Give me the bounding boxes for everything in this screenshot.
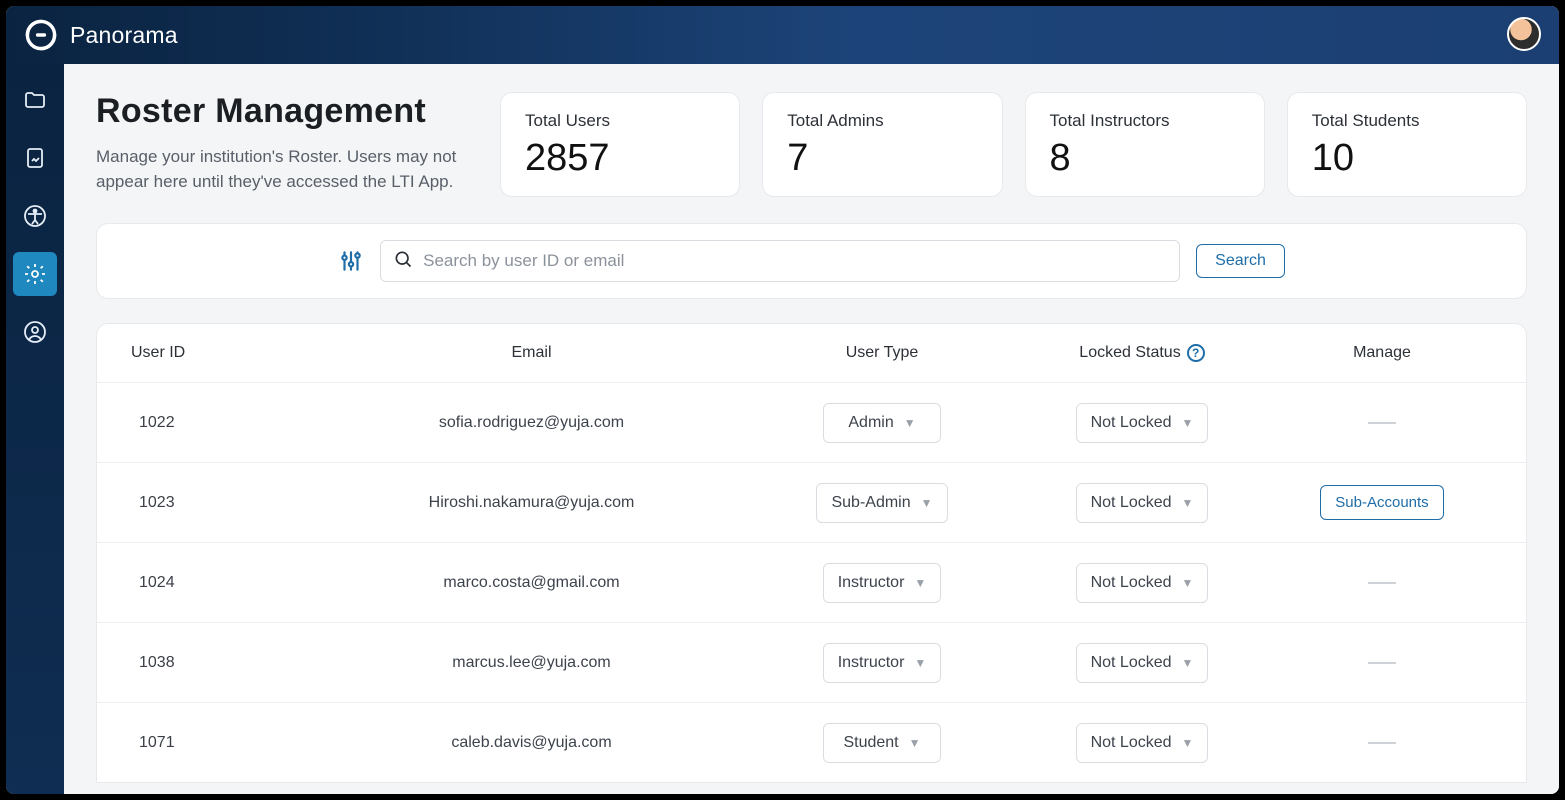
locked-dropdown[interactable]: Not Locked ▼: [1076, 483, 1209, 523]
usertype-dropdown[interactable]: Instructor ▼: [823, 643, 942, 683]
locked-value: Not Locked: [1091, 734, 1172, 752]
stat-card: Total Students 10: [1287, 92, 1527, 197]
usertype-value: Sub-Admin: [831, 494, 910, 512]
chevron-down-icon: ▼: [1182, 416, 1194, 430]
sidebar-item-accessibility[interactable]: [13, 194, 57, 238]
main-content: Roster Management Manage your institutio…: [64, 64, 1559, 794]
sub-accounts-button[interactable]: Sub-Accounts: [1320, 485, 1443, 520]
sidebar-item-report[interactable]: [13, 136, 57, 180]
usertype-dropdown[interactable]: Sub-Admin ▼: [816, 483, 947, 523]
column-usertype: User Type: [846, 344, 919, 362]
stat-label: Total Students: [1312, 111, 1502, 131]
chevron-down-icon: ▼: [914, 576, 926, 590]
usertype-value: Student: [843, 734, 898, 752]
cell-email: sofia.rodriguez@yuja.com: [439, 414, 624, 432]
topbar: Panorama: [6, 6, 1559, 64]
table-row: 1038marcus.lee@yuja.comInstructor▼Not Lo…: [97, 622, 1526, 702]
search-input-wrap: [380, 240, 1180, 282]
manage-none-icon: [1368, 662, 1396, 664]
table-row: 1023Hiroshi.nakamura@yuja.comSub-Admin▼N…: [97, 462, 1526, 542]
manage-none-icon: [1368, 422, 1396, 424]
stat-value: 8: [1050, 137, 1240, 180]
locked-value: Not Locked: [1091, 414, 1172, 432]
column-email: Email: [511, 344, 551, 362]
locked-value: Not Locked: [1091, 494, 1172, 512]
usertype-value: Instructor: [838, 574, 905, 592]
stat-label: Total Instructors: [1050, 111, 1240, 131]
chevron-down-icon: ▼: [904, 416, 916, 430]
cell-userid: 1038: [131, 654, 311, 672]
column-locked-label: Locked Status: [1079, 344, 1180, 362]
cell-email: marco.costa@gmail.com: [443, 574, 619, 592]
column-locked: Locked Status ?: [1079, 344, 1204, 362]
stat-card: Total Users 2857: [500, 92, 740, 197]
stat-label: Total Users: [525, 111, 715, 131]
cell-userid: 1071: [131, 734, 311, 752]
locked-value: Not Locked: [1091, 654, 1172, 672]
search-card: Search: [96, 223, 1527, 299]
table-row: 1022sofia.rodriguez@yuja.comAdmin▼Not Lo…: [97, 382, 1526, 462]
cell-email: marcus.lee@yuja.com: [452, 654, 611, 672]
column-userid: User ID: [131, 344, 311, 362]
usertype-dropdown[interactable]: Instructor ▼: [823, 563, 942, 603]
usertype-value: Instructor: [838, 654, 905, 672]
cell-userid: 1022: [131, 414, 311, 432]
usertype-value: Admin: [848, 414, 893, 432]
column-manage: Manage: [1353, 344, 1411, 362]
cell-email: Hiroshi.nakamura@yuja.com: [429, 494, 635, 512]
table-row: 1024marco.costa@gmail.comInstructor▼Not …: [97, 542, 1526, 622]
table-row: 1071caleb.davis@yuja.comStudent▼Not Lock…: [97, 702, 1526, 782]
stat-value: 10: [1312, 137, 1502, 180]
locked-dropdown[interactable]: Not Locked ▼: [1076, 563, 1209, 603]
sidebar: [6, 64, 64, 794]
roster-table: User ID Email User Type Locked Status ? …: [96, 323, 1527, 783]
locked-dropdown[interactable]: Not Locked ▼: [1076, 723, 1209, 763]
chevron-down-icon: ▼: [921, 496, 933, 510]
locked-value: Not Locked: [1091, 574, 1172, 592]
filter-icon[interactable]: [338, 248, 364, 274]
sidebar-item-folder[interactable]: [13, 78, 57, 122]
app-logo: Panorama: [24, 18, 178, 52]
search-button[interactable]: Search: [1196, 244, 1285, 278]
chevron-down-icon: ▼: [909, 736, 921, 750]
usertype-dropdown[interactable]: Student ▼: [823, 723, 941, 763]
page-subtitle: Manage your institution's Roster. Users …: [96, 145, 476, 194]
sidebar-item-profile[interactable]: [13, 310, 57, 354]
table-header: User ID Email User Type Locked Status ? …: [97, 324, 1526, 382]
avatar[interactable]: [1507, 17, 1541, 51]
stats-row: Total Users 2857 Total Admins 7 Total Instru…: [500, 92, 1527, 197]
chevron-down-icon: ▼: [1182, 736, 1194, 750]
chevron-down-icon: ▼: [914, 656, 926, 670]
help-icon[interactable]: ?: [1187, 344, 1205, 362]
sidebar-item-settings[interactable]: [13, 252, 57, 296]
stat-value: 2857: [525, 137, 715, 180]
cell-userid: 1024: [131, 574, 311, 592]
manage-none-icon: [1368, 742, 1396, 744]
stat-label: Total Admins: [787, 111, 977, 131]
cell-userid: 1023: [131, 494, 311, 512]
search-input[interactable]: [423, 251, 1167, 271]
chevron-down-icon: ▼: [1182, 576, 1194, 590]
chevron-down-icon: ▼: [1182, 496, 1194, 510]
locked-dropdown[interactable]: Not Locked ▼: [1076, 643, 1209, 683]
stat-card: Total Instructors 8: [1025, 92, 1265, 197]
usertype-dropdown[interactable]: Admin ▼: [823, 403, 941, 443]
manage-none-icon: [1368, 582, 1396, 584]
app-name: Panorama: [70, 22, 178, 49]
chevron-down-icon: ▼: [1182, 656, 1194, 670]
locked-dropdown[interactable]: Not Locked ▼: [1076, 403, 1209, 443]
search-icon: [393, 249, 413, 274]
logo-mark-icon: [24, 18, 58, 52]
stat-card: Total Admins 7: [762, 92, 1002, 197]
stat-value: 7: [787, 137, 977, 180]
cell-email: caleb.davis@yuja.com: [451, 734, 611, 752]
page-title: Roster Management: [96, 92, 476, 131]
